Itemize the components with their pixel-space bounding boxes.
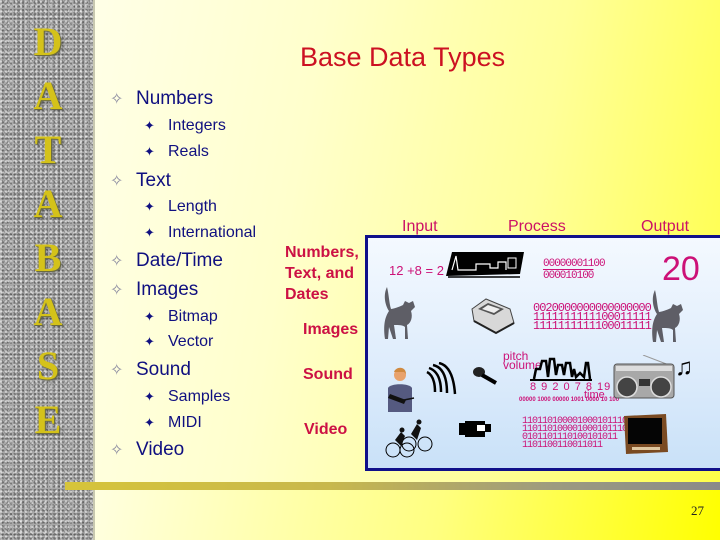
television-icon xyxy=(624,414,668,454)
footer-divider xyxy=(65,482,720,490)
star-bullet-icon: ✦ xyxy=(144,309,155,324)
vertical-letter: E xyxy=(34,397,62,442)
footer-area xyxy=(95,488,720,540)
diamond-bullet-icon: ✧ xyxy=(110,91,124,108)
vertical-letter: A xyxy=(33,289,63,334)
star-bullet-icon: ✦ xyxy=(144,415,155,430)
bullet-text: Sound xyxy=(136,359,191,380)
bullet-item: ✧ Sound xyxy=(110,359,191,381)
music-note-icon: ♫ xyxy=(675,354,693,381)
sub-bullet-item: ✦ Reals xyxy=(144,143,209,161)
sidebar-edge xyxy=(93,0,95,540)
star-bullet-icon: ✦ xyxy=(144,389,155,404)
sub-bullet-item: ✦ Bitmap xyxy=(144,308,218,326)
page-number: 27 xyxy=(691,503,704,518)
star-bullet-icon: ✦ xyxy=(144,118,155,133)
vertical-letter: A xyxy=(33,181,63,226)
bullet-item: ✧ Date/Time xyxy=(110,250,223,272)
scanner-icon xyxy=(471,298,515,335)
sub-bullet-item: ✦ Vector xyxy=(144,333,213,351)
row-label-line: Text, and xyxy=(285,265,355,282)
bullet-item: ✧ Numbers xyxy=(110,88,213,110)
bullet-text: Vector xyxy=(168,333,214,350)
sub-bullet-item: ✦ Integers xyxy=(144,117,226,135)
bullet-text: Bitmap xyxy=(168,308,218,325)
vertical-letter: A xyxy=(33,73,63,118)
bullet-text: Reals xyxy=(168,143,209,160)
bullet-item: ✧ Video xyxy=(110,439,184,461)
bullet-text: Integers xyxy=(168,117,226,134)
waveform-chart xyxy=(530,357,592,381)
vertical-letter: T xyxy=(34,127,62,172)
vertical-title: D A T A B A S E xyxy=(18,20,78,452)
boombox-icon xyxy=(613,355,675,399)
row-label-images: Images xyxy=(303,321,359,338)
column-header-process: Process xyxy=(508,218,566,235)
row-label-line: Numbers, xyxy=(285,244,359,261)
binary-number-b: 000010100 xyxy=(543,270,594,282)
vertical-letter: B xyxy=(34,235,62,280)
bullet-text: Samples xyxy=(168,388,231,405)
bullet-text: MIDI xyxy=(168,414,202,431)
keyboard-icon xyxy=(446,252,524,278)
output-cat-icon xyxy=(652,290,683,342)
vertical-letter: S xyxy=(36,343,60,388)
cat-icon xyxy=(384,287,415,339)
bullet-text: Date/Time xyxy=(136,250,223,271)
sound-waves-icon xyxy=(426,362,457,395)
image-binary-data: 0020000000000000000 1111111111100011111 … xyxy=(533,302,652,333)
bullet-text: Images xyxy=(136,279,199,300)
textured-sidebar: D A T A B A S E xyxy=(0,0,95,540)
bullet-item: ✧ Text xyxy=(110,170,171,192)
diamond-bullet-icon: ✧ xyxy=(110,173,124,190)
bullet-text: Video xyxy=(136,439,185,460)
bullet-text: Length xyxy=(168,198,217,215)
star-bullet-icon: ✦ xyxy=(144,225,155,240)
row-label-numbers: Numbers, Text, and Dates xyxy=(285,242,359,305)
microphone-icon xyxy=(473,367,497,385)
column-header-input: Input xyxy=(402,218,438,235)
cyclists-icon xyxy=(385,419,433,458)
output-value: 20 xyxy=(662,250,700,288)
bullet-text: International xyxy=(168,224,257,241)
star-bullet-icon: ✦ xyxy=(144,334,155,349)
vertical-letter: D xyxy=(33,19,63,64)
bullet-text: Text xyxy=(136,170,171,191)
video-camera-icon xyxy=(459,421,491,437)
star-bullet-icon: ✦ xyxy=(144,199,155,214)
bullet-item: ✧ Images xyxy=(110,279,198,301)
diamond-bullet-icon: ✧ xyxy=(110,282,124,299)
equation-text: 12 +8 = 2 xyxy=(389,263,444,278)
star-bullet-icon: ✦ xyxy=(144,144,155,159)
sound-binary-stream: 00000 1000 00000 1001 0000 10 100 xyxy=(519,397,620,403)
row-label-sound: Sound xyxy=(303,366,353,383)
bullet-text: Numbers xyxy=(136,88,214,109)
slide-title: Base Data Types xyxy=(300,42,506,72)
diamond-bullet-icon: ✧ xyxy=(110,362,124,379)
sub-bullet-item: ✦ MIDI xyxy=(144,414,202,432)
row-label-line: Dates xyxy=(285,286,329,303)
binary-number-a: 00000001100 xyxy=(543,258,606,270)
diamond-bullet-icon: ✧ xyxy=(110,442,124,459)
column-header-output: Output xyxy=(641,218,690,235)
sub-bullet-item: ✦ Length xyxy=(144,198,217,216)
row-label-video: Video xyxy=(304,421,348,438)
presenter-icon xyxy=(388,367,415,412)
binary-line: 1111111111100011111 xyxy=(533,319,652,333)
sub-bullet-item: ✦ Samples xyxy=(144,388,230,406)
sub-bullet-item: ✦ International xyxy=(144,224,256,242)
diamond-bullet-icon: ✧ xyxy=(110,253,124,270)
